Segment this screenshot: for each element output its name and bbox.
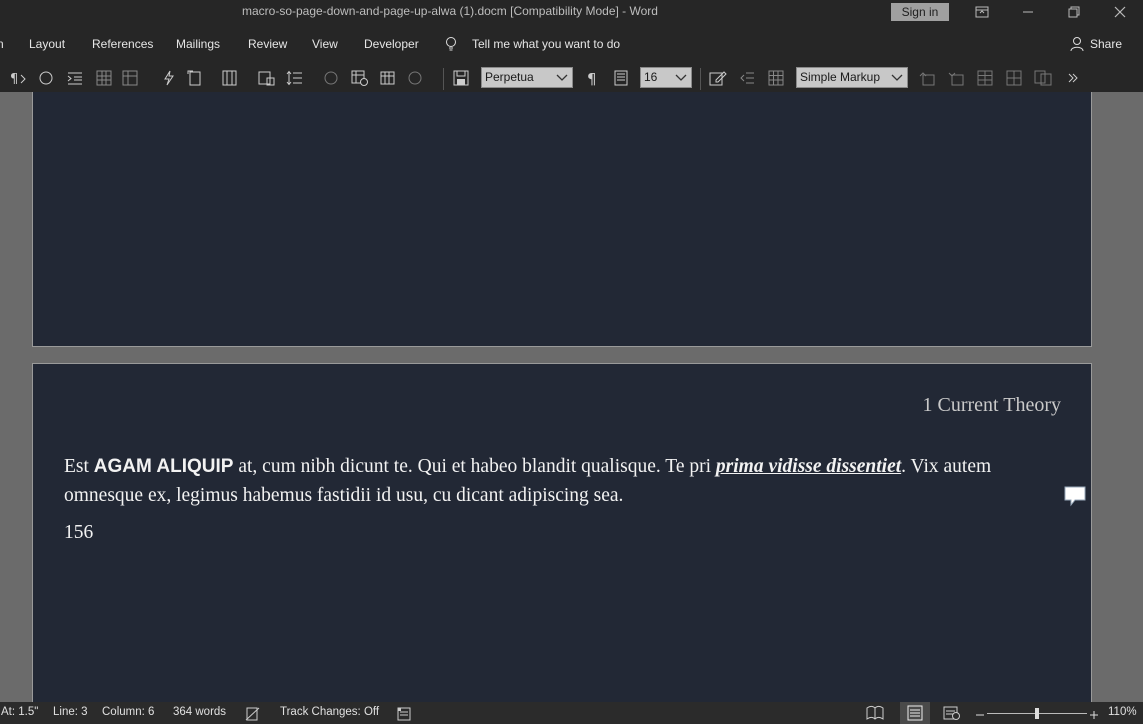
share-button[interactable]: Share (1090, 37, 1122, 51)
chevron-down-icon[interactable] (554, 68, 570, 87)
decrease-indent-icon[interactable] (738, 69, 756, 87)
table-grid-icon[interactable] (95, 69, 113, 87)
next-change-icon[interactable] (947, 69, 965, 87)
tab-home-partial[interactable]: n (0, 37, 4, 51)
status-position-at[interactable]: At: 1.5" (1, 706, 38, 718)
paragraph-text-middle: at, cum nibh dicunt te. Qui et habeo bla… (233, 456, 716, 477)
paragraph-text-start: Est (64, 456, 94, 477)
sign-in-button[interactable]: Sign in (891, 3, 949, 21)
person-icon[interactable] (1070, 36, 1084, 56)
tab-mailings[interactable]: Mailings (176, 37, 220, 51)
paragraph-small-caps: AGAM ALIQUIP (93, 456, 234, 477)
paragraph-number[interactable]: 156 (64, 522, 93, 544)
minimize-icon[interactable] (1014, 0, 1042, 24)
font-name-select[interactable]: Perpetua (481, 67, 573, 88)
document-page-current[interactable]: 1 Current Theory Est AGAM ALIQUIP at, cu… (32, 363, 1092, 702)
save-icon[interactable] (452, 69, 470, 87)
accept-change-icon[interactable] (976, 69, 994, 87)
font-size-select[interactable]: 16 (640, 67, 692, 88)
toolbar-separator (443, 68, 444, 90)
zoom-slider-thumb[interactable] (1035, 708, 1039, 719)
svg-text:¶: ¶ (587, 70, 597, 86)
grid-icon[interactable] (767, 69, 785, 87)
tab-developer[interactable]: Developer (364, 37, 419, 51)
document-page-previous[interactable] (32, 92, 1092, 347)
table-properties-icon[interactable] (351, 69, 369, 87)
read-mode-icon[interactable] (866, 705, 884, 724)
paragraph-italic-underlined: prima vidisse dissentiet (715, 456, 902, 477)
page-header: 1 Current Theory (922, 394, 1062, 416)
font-size-value: 16 (644, 70, 658, 84)
justify-icon[interactable] (612, 69, 630, 87)
toolbar-separator (700, 68, 701, 90)
web-layout-icon[interactable] (943, 705, 961, 724)
toolbar: ¶ Perpetua ¶ 16 Simple Markup (0, 64, 1143, 92)
proofing-icon[interactable] (245, 706, 261, 724)
status-track-changes[interactable]: Track Changes: Off (280, 706, 379, 718)
pilcrow-icon[interactable]: ¶ (584, 69, 602, 87)
zoom-in-icon[interactable] (1089, 706, 1099, 724)
body-paragraph[interactable]: Est AGAM ALIQUIP at, cum nibh dicunt te.… (64, 452, 1054, 510)
status-word-count[interactable]: 364 words (173, 706, 226, 718)
ribbon-tabs: n Layout References Mailings Review View… (0, 24, 1143, 64)
title-bar: macro-so-page-down-and-page-up-alwa (1).… (0, 0, 1143, 24)
columns-icon[interactable] (222, 69, 240, 87)
circle-shape-icon[interactable] (37, 69, 55, 87)
status-line[interactable]: Line: 3 (53, 706, 88, 718)
markup-mode-select[interactable]: Simple Markup (796, 67, 908, 88)
page-setup-icon[interactable] (187, 69, 205, 87)
tab-review[interactable]: Review (248, 37, 287, 51)
previous-change-icon[interactable] (918, 69, 936, 87)
print-layout-icon[interactable] (900, 702, 930, 724)
tab-view[interactable]: View (312, 37, 338, 51)
table-insert-icon[interactable] (122, 69, 140, 87)
tab-references[interactable]: References (92, 37, 153, 51)
zoom-out-icon[interactable] (975, 706, 985, 724)
reject-change-icon[interactable] (1005, 69, 1023, 87)
chevron-down-icon[interactable] (673, 68, 689, 87)
ribbon-display-options-icon[interactable] (968, 0, 996, 24)
status-bar: At: 1.5" Line: 3 Column: 6 364 words Tra… (0, 702, 1143, 724)
chevron-down-icon[interactable] (889, 68, 905, 87)
lightning-icon[interactable] (160, 69, 178, 87)
markup-mode-value: Simple Markup (800, 70, 881, 84)
window-title: macro-so-page-down-and-page-up-alwa (1).… (242, 4, 658, 18)
edit-document-icon[interactable] (709, 69, 727, 87)
font-name-value: Perpetua (485, 70, 534, 84)
close-icon[interactable] (1106, 0, 1134, 24)
more-commands-icon[interactable] (1064, 69, 1082, 87)
tell-me-search[interactable]: Tell me what you want to do (472, 37, 620, 51)
document-canvas[interactable]: 1 Current Theory Est AGAM ALIQUIP at, cu… (0, 92, 1143, 702)
lightbulb-icon (444, 36, 458, 56)
table-settings-icon[interactable] (380, 69, 398, 87)
indent-icon[interactable] (66, 69, 84, 87)
zoom-level[interactable]: 110% (1108, 706, 1137, 718)
compare-icon[interactable] (1034, 69, 1052, 87)
shape-circle-icon[interactable] (322, 69, 340, 87)
paragraph-direction-icon[interactable]: ¶ (9, 69, 27, 87)
macro-record-icon[interactable] (397, 706, 411, 724)
comment-icon[interactable] (1063, 485, 1087, 507)
restore-icon[interactable] (1060, 0, 1088, 24)
text-box-icon[interactable] (258, 69, 276, 87)
tab-layout[interactable]: Layout (29, 37, 65, 51)
shape-outline-icon[interactable] (407, 69, 425, 87)
line-spacing-icon[interactable] (286, 69, 304, 87)
svg-text:¶: ¶ (10, 72, 18, 85)
status-column[interactable]: Column: 6 (102, 706, 154, 718)
